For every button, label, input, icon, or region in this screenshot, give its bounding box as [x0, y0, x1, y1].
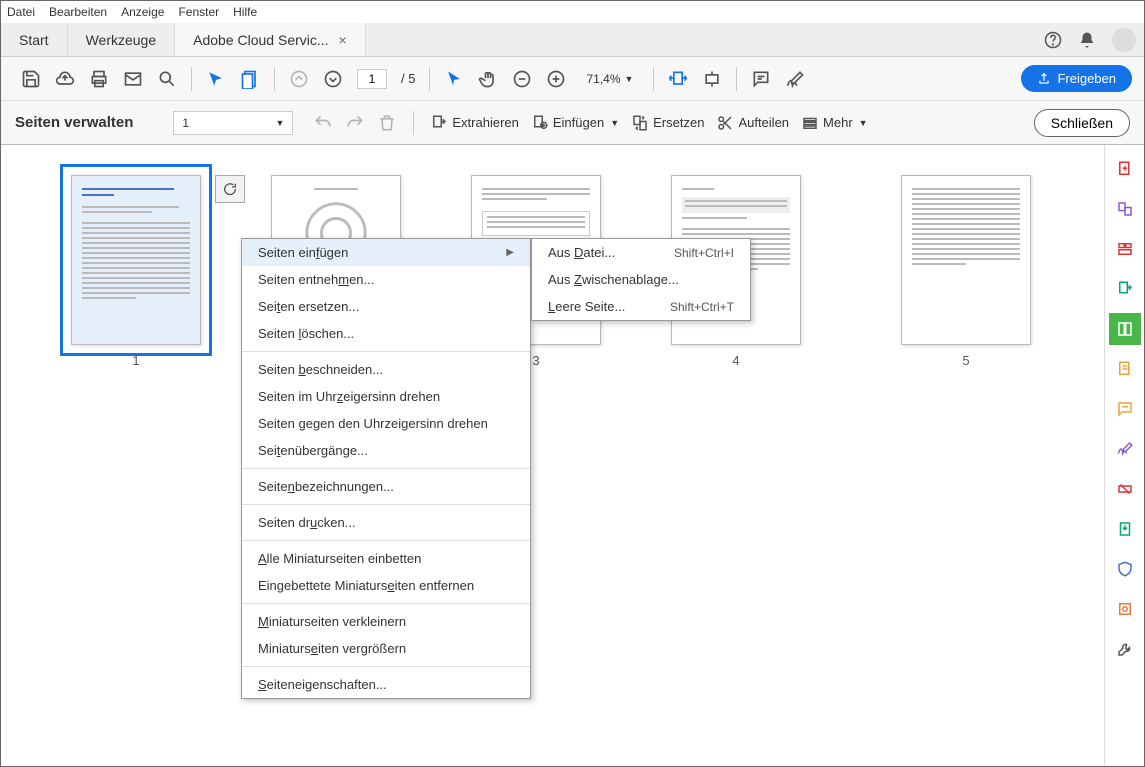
tab-tools[interactable]: Werkzeuge	[68, 23, 176, 56]
tab-document[interactable]: Adobe Cloud Servic...×	[175, 23, 366, 56]
trash-icon[interactable]	[377, 113, 397, 133]
page-select-dropdown[interactable]: 1▼	[173, 111, 293, 135]
hand-tool-icon[interactable]	[478, 69, 498, 89]
page-up-icon[interactable]	[289, 69, 309, 89]
context-menu-sub: Aus Datei...Shift+Ctrl+I Aus Zwischenabl…	[531, 238, 751, 321]
ctx-page-props[interactable]: Seiteneigenschaften...	[242, 671, 530, 698]
close-tab-icon[interactable]: ×	[339, 32, 347, 48]
ctx-rotate-ccw[interactable]: Seiten gegen den Uhrzeigersinn drehen	[242, 410, 530, 437]
ctx-from-file[interactable]: Aus Datei...Shift+Ctrl+I	[532, 239, 750, 266]
zoom-dropdown[interactable]: 71,4% ▼	[580, 70, 639, 88]
cloud-icon[interactable]	[55, 69, 75, 89]
context-menu-main: Seiten einfügen▶ Seiten entnehmen... Sei…	[241, 238, 531, 699]
main-toolbar: / 5 71,4% ▼ Freigeben	[1, 57, 1144, 101]
tab-row: Start Werkzeuge Adobe Cloud Servic...×	[1, 23, 1144, 57]
search-icon[interactable]	[157, 69, 177, 89]
rside-organize-icon[interactable]	[1109, 313, 1141, 345]
page-total-label: / 5	[401, 71, 415, 86]
zoom-out-icon[interactable]	[512, 69, 532, 89]
menu-anzeige[interactable]: Anzeige	[121, 5, 164, 19]
rside-comment-fill-icon[interactable]	[1109, 353, 1141, 385]
sign-icon[interactable]	[785, 69, 805, 89]
subbar-title: Seiten verwalten	[15, 114, 133, 131]
menubar: Datei Bearbeiten Anzeige Fenster Hilfe	[1, 1, 1144, 23]
comment-icon[interactable]	[751, 69, 771, 89]
rside-stamp-icon[interactable]	[1109, 593, 1141, 625]
mail-icon[interactable]	[123, 69, 143, 89]
print-icon[interactable]	[89, 69, 109, 89]
rside-protect-icon[interactable]	[1109, 553, 1141, 585]
right-sidebar	[1104, 145, 1144, 766]
thumb-label-5: 5	[891, 353, 1041, 368]
page-input[interactable]	[357, 69, 387, 89]
menu-hilfe[interactable]: Hilfe	[233, 5, 257, 19]
ctx-from-clipboard[interactable]: Aus Zwischenablage...	[532, 266, 750, 293]
redo-icon[interactable]	[345, 113, 365, 133]
fit-width-icon[interactable]	[668, 69, 688, 89]
thumb-label-1: 1	[61, 353, 211, 368]
rotate-thumb-icon[interactable]	[215, 175, 245, 203]
replace-button[interactable]: Ersetzen	[631, 114, 704, 132]
fit-page-icon[interactable]	[702, 69, 722, 89]
tab-start[interactable]: Start	[1, 23, 68, 56]
menu-datei[interactable]: Datei	[7, 5, 35, 19]
rside-tools-icon[interactable]	[1109, 633, 1141, 665]
subbar: Seiten verwalten 1▼ Extrahieren Einfügen…	[1, 101, 1144, 145]
menu-bearbeiten[interactable]: Bearbeiten	[49, 5, 107, 19]
page-icon[interactable]	[240, 69, 260, 89]
rside-note-icon[interactable]	[1109, 393, 1141, 425]
more-button[interactable]: Mehr▼	[801, 114, 868, 132]
page-down-icon[interactable]	[323, 69, 343, 89]
bell-icon[interactable]	[1078, 31, 1096, 49]
undo-icon[interactable]	[313, 113, 333, 133]
rside-export-icon[interactable]	[1109, 273, 1141, 305]
thumbnail-1[interactable]: 1	[61, 175, 211, 368]
ctx-rotate-cw[interactable]: Seiten im Uhrzeigersinn drehen	[242, 383, 530, 410]
help-icon[interactable]	[1044, 31, 1062, 49]
close-panel-button[interactable]: Schließen	[1034, 109, 1130, 137]
ctx-extract-pages[interactable]: Seiten entnehmen...	[242, 266, 530, 293]
thumb-label-4: 4	[661, 353, 811, 368]
avatar[interactable]	[1112, 28, 1136, 52]
arrow-tool-icon[interactable]	[444, 69, 464, 89]
split-button[interactable]: Aufteilen	[716, 114, 789, 132]
ctx-replace-pages[interactable]: Seiten ersetzen...	[242, 293, 530, 320]
menu-fenster[interactable]: Fenster	[178, 5, 219, 19]
ctx-crop-pages[interactable]: Seiten beschneiden...	[242, 356, 530, 383]
thumbnail-5[interactable]: 5	[891, 175, 1041, 368]
rside-redact-icon[interactable]	[1109, 473, 1141, 505]
ctx-page-labels[interactable]: Seitenbezeichnungen...	[242, 473, 530, 500]
extract-button[interactable]: Extrahieren	[430, 114, 518, 132]
ctx-blank-page[interactable]: Leere Seite...Shift+Ctrl+T	[532, 293, 750, 320]
ctx-enlarge-thumbs[interactable]: Miniaturseiten vergrößern	[242, 635, 530, 662]
rside-optimize-icon[interactable]	[1109, 513, 1141, 545]
ctx-print-pages[interactable]: Seiten drucken...	[242, 509, 530, 536]
rside-signature-icon[interactable]	[1109, 433, 1141, 465]
share-button[interactable]: Freigeben	[1021, 65, 1132, 92]
save-icon[interactable]	[21, 69, 41, 89]
rside-combine-icon[interactable]	[1109, 193, 1141, 225]
ctx-insert-pages[interactable]: Seiten einfügen▶	[242, 239, 530, 266]
ctx-embed-thumbs[interactable]: Alle Miniaturseiten einbetten	[242, 545, 530, 572]
ctx-transitions[interactable]: Seitenübergänge...	[242, 437, 530, 464]
ctx-remove-thumbs[interactable]: Eingebettete Miniaturseiten entfernen	[242, 572, 530, 599]
rside-create-icon[interactable]	[1109, 153, 1141, 185]
insert-button[interactable]: Einfügen▼	[531, 114, 619, 132]
ctx-delete-pages[interactable]: Seiten löschen...	[242, 320, 530, 347]
tool-select-icon[interactable]	[206, 69, 226, 89]
zoom-in-icon[interactable]	[546, 69, 566, 89]
rside-edit-icon[interactable]	[1109, 233, 1141, 265]
ctx-shrink-thumbs[interactable]: Miniaturseiten verkleinern	[242, 608, 530, 635]
